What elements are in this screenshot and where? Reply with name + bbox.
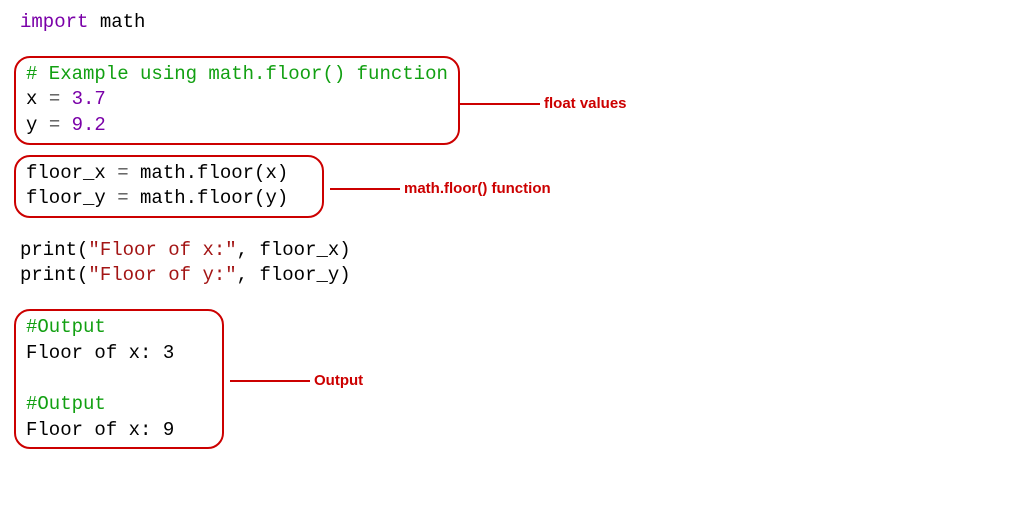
num-9-2: 9.2 bbox=[72, 114, 106, 136]
print-close: , floor_y) bbox=[237, 264, 351, 286]
comment-output-2: #Output bbox=[26, 393, 106, 415]
floor-y-lhs: floor_y bbox=[26, 187, 117, 209]
space bbox=[60, 88, 71, 110]
annotation-label: float values bbox=[544, 94, 627, 114]
annotation-math-floor: math.floor() function bbox=[330, 179, 551, 199]
string-floor-x: "Floor of x:" bbox=[88, 239, 236, 261]
assign-op: = bbox=[49, 114, 60, 136]
output-line-1: Floor of x: 3 bbox=[26, 342, 174, 364]
keyword-import: import bbox=[20, 11, 88, 33]
code-line-print-y: print("Floor of y:", floor_y) bbox=[20, 263, 999, 289]
space bbox=[60, 114, 71, 136]
print-close: , floor_x) bbox=[237, 239, 351, 261]
comment-output-1: #Output bbox=[26, 316, 106, 338]
connector-line bbox=[230, 380, 310, 382]
comment-example: # Example using math.floor() function bbox=[26, 63, 448, 85]
code-line-import: import math bbox=[20, 10, 999, 36]
assign-op: = bbox=[49, 88, 60, 110]
connector-line bbox=[330, 188, 400, 190]
var-x: x bbox=[26, 88, 49, 110]
print-open: print( bbox=[20, 239, 88, 261]
print-open: print( bbox=[20, 264, 88, 286]
code-line-print-x: print("Floor of x:", floor_x) bbox=[20, 238, 999, 264]
block-math-floor: floor_x = math.floor(x) floor_y = math.f… bbox=[20, 155, 999, 218]
assign-op: = bbox=[117, 162, 128, 184]
annotation-label: Output bbox=[314, 371, 363, 391]
block-float-values: # Example using math.floor() function x … bbox=[20, 56, 999, 145]
output-line-2: Floor of x: 9 bbox=[26, 419, 174, 441]
annotation-float-values: float values bbox=[460, 94, 627, 114]
string-floor-y: "Floor of y:" bbox=[88, 264, 236, 286]
annotation-label: math.floor() function bbox=[404, 179, 551, 199]
floor-x-lhs: floor_x bbox=[26, 162, 117, 184]
module-name: math bbox=[100, 11, 146, 33]
annotation-output: Output bbox=[230, 371, 363, 391]
connector-line bbox=[460, 103, 540, 105]
num-3-7: 3.7 bbox=[72, 88, 106, 110]
floor-y-rhs: math.floor(y) bbox=[129, 187, 289, 209]
assign-op: = bbox=[117, 187, 128, 209]
block-output: #Output Floor of x: 3 #Output Floor of x… bbox=[20, 309, 999, 449]
floor-x-rhs: math.floor(x) bbox=[129, 162, 289, 184]
var-y: y bbox=[26, 114, 49, 136]
